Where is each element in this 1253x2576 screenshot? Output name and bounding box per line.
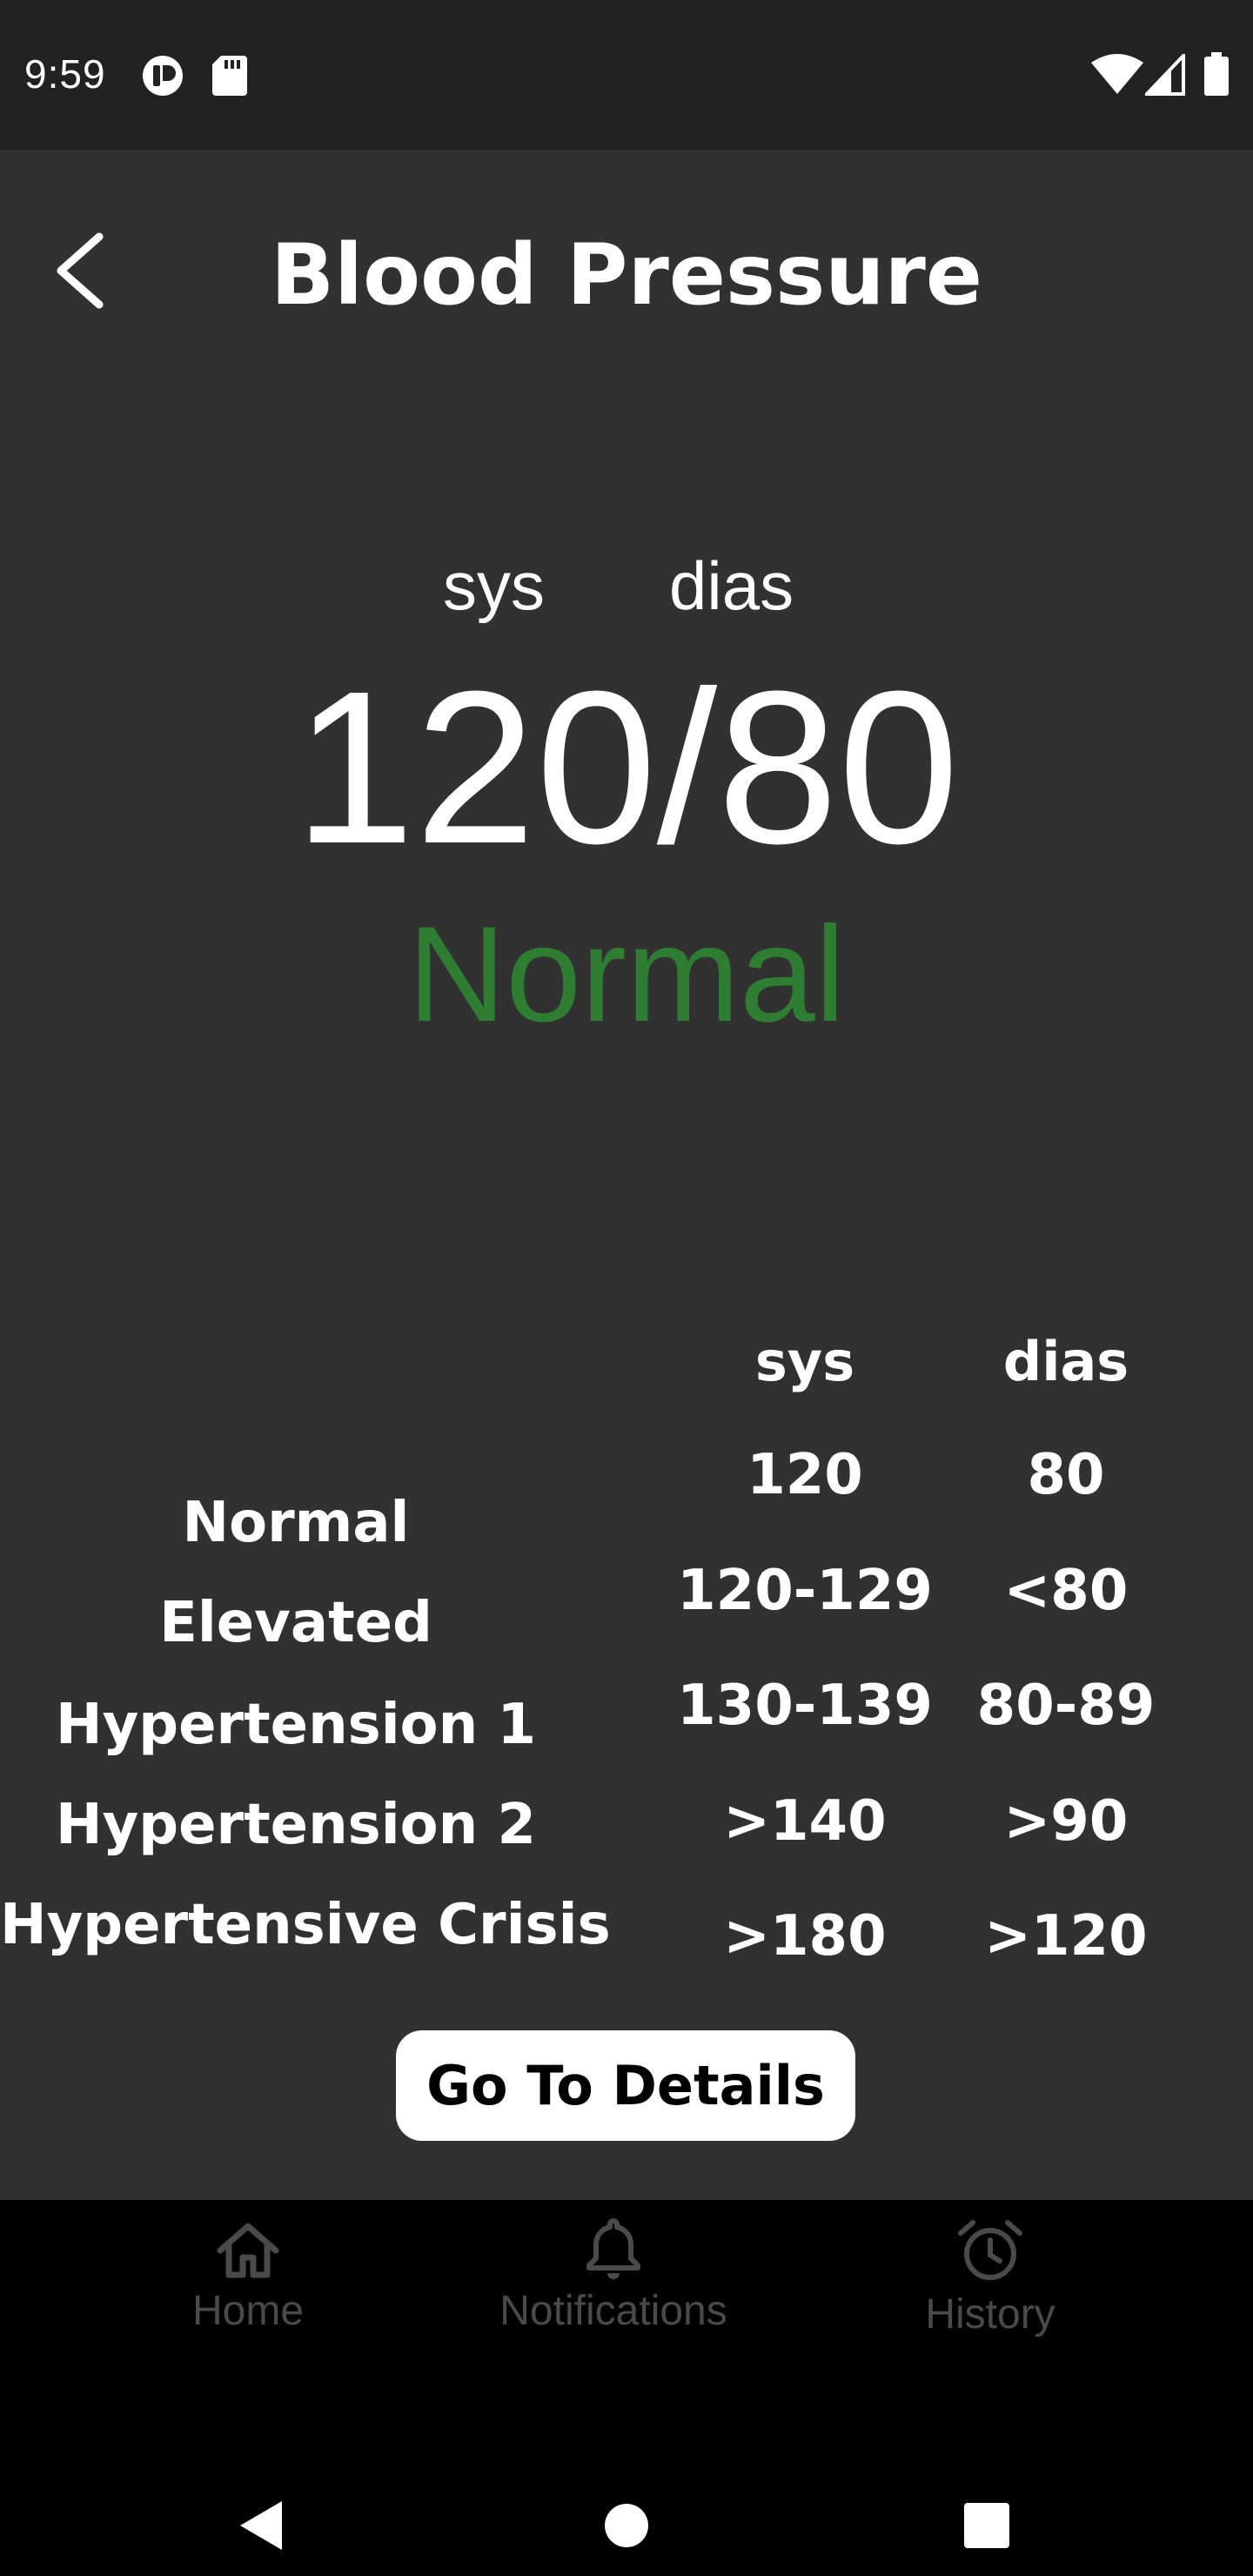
reading-labels: sys dias <box>0 547 1253 625</box>
back-triangle-icon[interactable] <box>237 2499 285 2552</box>
nav-item-history[interactable]: History <box>834 2217 1147 2392</box>
system-nav-bar <box>0 2437 1253 2576</box>
go-to-details-button[interactable]: Go To Details <box>396 2030 855 2141</box>
page-title: Blood Pressure <box>270 226 982 324</box>
reading-value: 120/80 <box>293 646 960 889</box>
row-label-elevated: Elevated <box>159 1591 432 1655</box>
table-cell-dias: <80 <box>1003 1559 1129 1623</box>
table-cell-dias: 80-89 <box>976 1674 1156 1738</box>
row-label-hypertension-2: Hypertension 2 <box>56 1793 536 1857</box>
home-icon <box>217 2223 279 2278</box>
table-cell-sys: 120-129 <box>677 1559 933 1623</box>
nav-item-home[interactable]: Home <box>91 2217 405 2392</box>
table-cell-sys: 130-139 <box>677 1674 933 1738</box>
wifi-icon <box>1091 54 1143 94</box>
nav-item-notifications[interactable]: Notifications <box>457 2217 770 2392</box>
row-label-hypertension-1: Hypertension 1 <box>56 1693 536 1757</box>
bell-icon <box>586 2218 640 2279</box>
reading-dias-label: dias <box>669 547 794 624</box>
alarm-clock-icon <box>958 2220 1022 2280</box>
table-cell-dias: >120 <box>984 1904 1148 1969</box>
nav-label-history: History <box>925 2291 1055 2338</box>
row-label-normal: Normal <box>182 1491 410 1555</box>
column-header-dias: dias <box>1002 1330 1129 1393</box>
status-bar: 9:59 <box>0 0 1253 150</box>
bp-reference-table: sys dias 120 80 120-129 <80 130-139 80-8… <box>0 1323 1253 1984</box>
status-time: 9:59 <box>24 51 106 97</box>
battery-icon <box>1204 52 1229 96</box>
home-circle-icon[interactable] <box>604 2503 649 2548</box>
reading-sys-label: sys <box>443 547 545 624</box>
nav-label-notifications: Notifications <box>499 2288 727 2334</box>
recents-square-icon[interactable] <box>964 2503 1009 2548</box>
sd-card-icon <box>212 56 247 96</box>
table-cell-sys: >140 <box>723 1789 887 1854</box>
table-cell-sys: 120 <box>747 1443 863 1507</box>
table-cell-sys: >180 <box>723 1904 887 1969</box>
reading-status: Normal <box>407 899 846 1050</box>
table-cell-dias: >90 <box>1003 1789 1129 1854</box>
blood-pressure-screen: 9:59 Blood Pressure sys dias 120/80 Norm… <box>0 0 1253 2576</box>
row-label-hypertensive-crisis: Hypertensive Crisis <box>0 1893 611 1957</box>
signal-icon <box>1145 54 1185 96</box>
table-cell-dias: 80 <box>1027 1443 1105 1507</box>
go-to-details-label: Go To Details <box>426 2054 825 2117</box>
nav-label-home: Home <box>191 2288 305 2334</box>
app-notification-icon <box>143 56 183 96</box>
column-header-sys: sys <box>754 1330 855 1393</box>
